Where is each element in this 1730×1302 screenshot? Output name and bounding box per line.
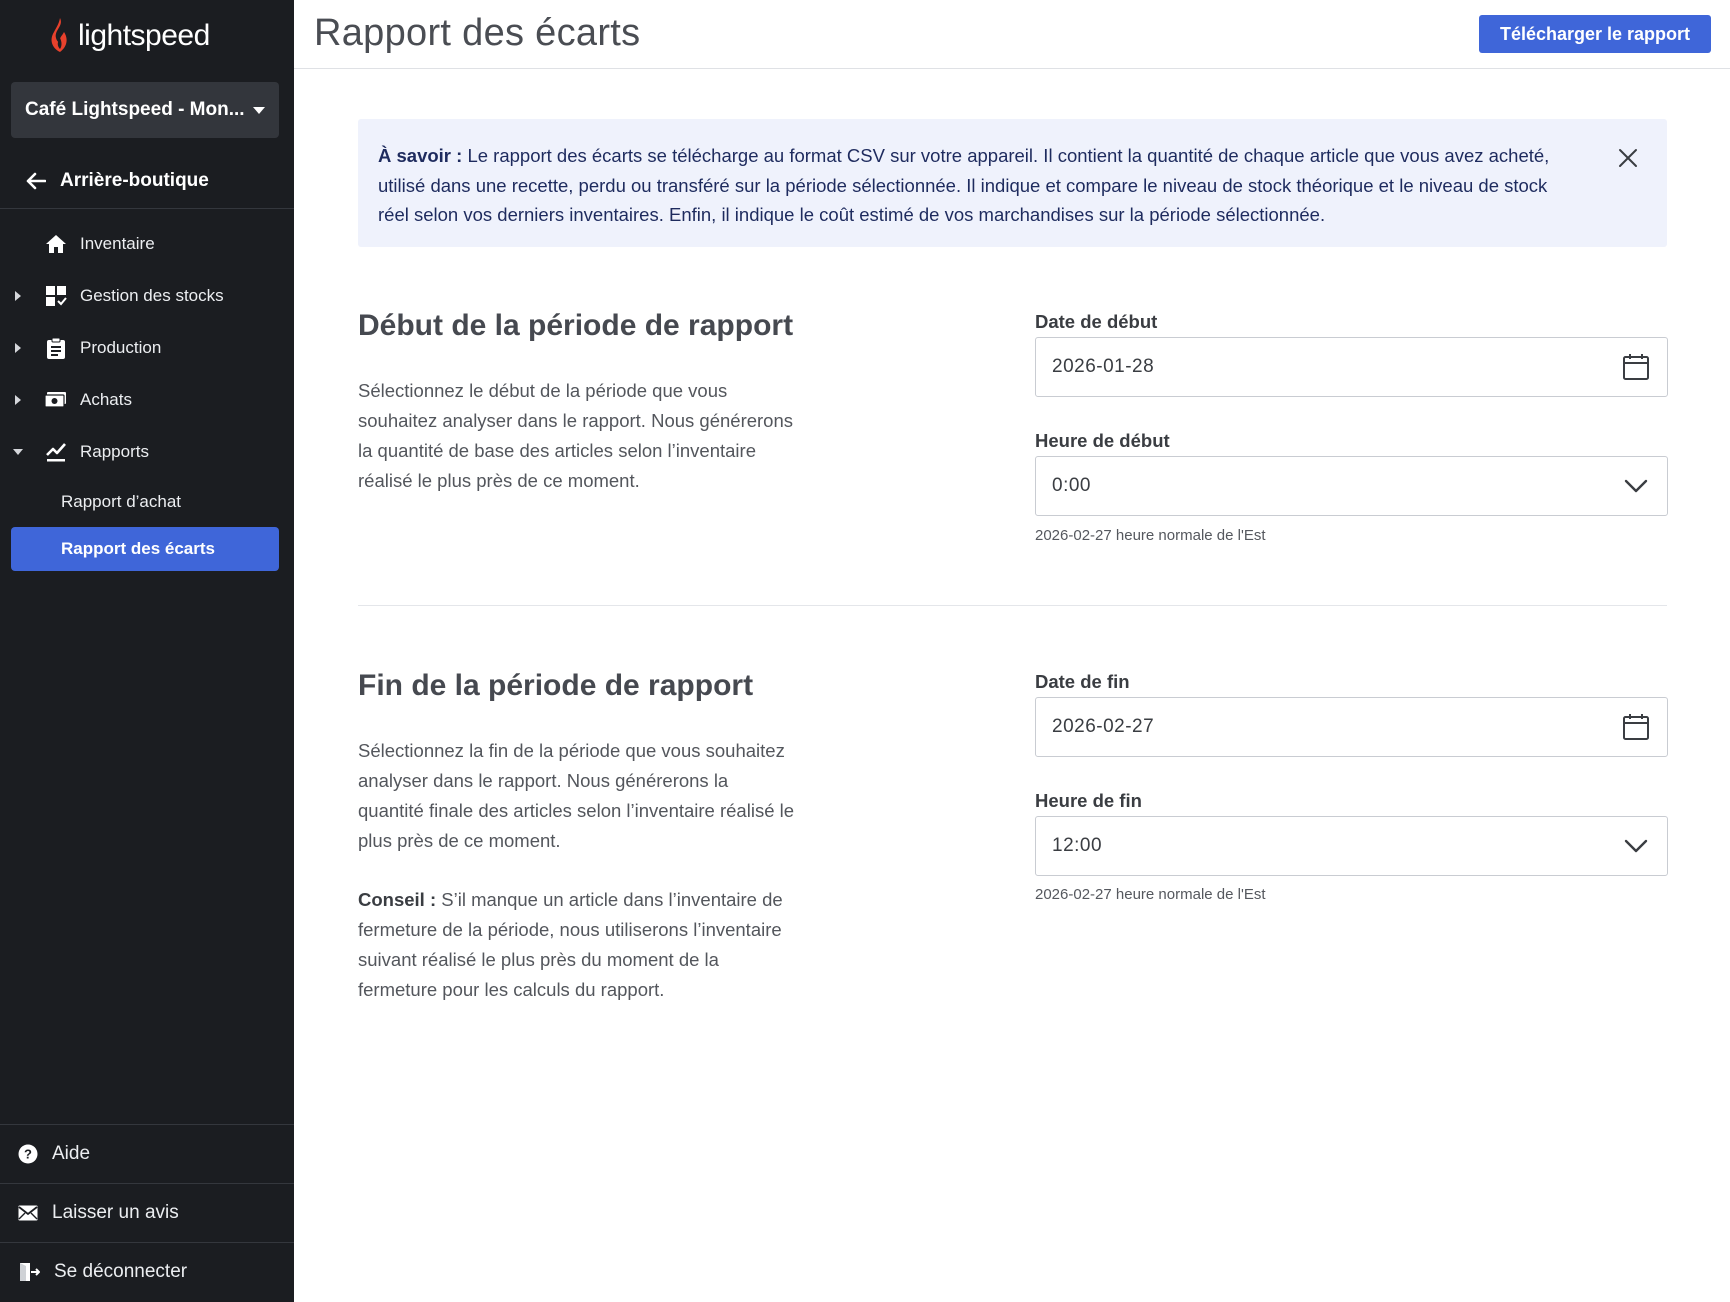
page-header: Rapport des écarts Télécharger le rappor… — [294, 0, 1730, 69]
logout-label: Se déconnecter — [54, 1260, 188, 1282]
lightspeed-logo[interactable]: lightspeed — [46, 14, 210, 58]
start-time-label: Heure de début — [1035, 430, 1170, 451]
end-time-label: Heure de fin — [1035, 790, 1142, 811]
store-name: Café Lightspeed - Mon... — [25, 99, 245, 120]
help-label: Aide — [52, 1142, 91, 1164]
end-time-value: 12:00 — [1052, 835, 1103, 856]
chevron-down-icon — [1621, 831, 1651, 861]
banner-lead: À savoir : — [378, 145, 463, 166]
section-divider — [358, 605, 1667, 606]
sidebar-item-label: Achats — [80, 390, 132, 409]
store-selector[interactable]: Café Lightspeed - Mon... — [11, 82, 279, 138]
sidebar-subitem-rapport-achat[interactable]: Rapport d’achat — [11, 480, 279, 524]
sidebar-item-inventaire[interactable]: Inventaire — [0, 221, 294, 267]
sidebar-item-label: Inventaire — [80, 234, 155, 253]
dashboard-icon — [44, 284, 68, 308]
expand-arrow-icon — [0, 291, 28, 301]
info-banner: À savoir : Le rapport des écarts se télé… — [358, 119, 1667, 247]
sidebar-subitem-rapport-ecarts[interactable]: Rapport des écarts — [11, 527, 279, 571]
arrow-left-icon — [26, 172, 46, 189]
start-section-title: Début de la période de rapport — [358, 309, 794, 342]
help-icon: ? — [18, 1144, 38, 1163]
start-section-description: Sélectionnez le début de la période que … — [358, 380, 794, 491]
flame-logo-icon — [51, 18, 67, 52]
end-date-label: Date de fin — [1035, 671, 1130, 692]
end-date-field[interactable] — [1035, 697, 1668, 757]
collapse-arrow-icon — [0, 449, 28, 455]
start-date-label: Date de début — [1035, 311, 1158, 332]
end-date-input[interactable] — [1052, 716, 1621, 738]
sidebar: lightspeed Café Lightspeed - Mon... Arri… — [0, 0, 294, 1302]
logout-link[interactable]: Se déconnecter — [0, 1242, 294, 1300]
mail-icon — [18, 1205, 38, 1220]
calendar-icon[interactable] — [1621, 352, 1651, 382]
end-section-description: Sélectionnez la fin de la période que vo… — [358, 740, 795, 851]
banner-text: Le rapport des écarts se télécharge au f… — [378, 145, 1550, 225]
expand-arrow-icon — [0, 395, 28, 405]
start-timezone-hint: 2026-02-27 heure normale de l'Est — [1035, 527, 1266, 544]
end-time-select[interactable]: 12:00 — [1035, 816, 1668, 876]
sidebar-item-achats[interactable]: Achats — [0, 377, 294, 423]
home-icon — [44, 232, 68, 256]
back-to-backoffice-link[interactable]: Arrière-boutique — [0, 153, 294, 209]
sidebar-item-label: Rapports — [80, 442, 149, 461]
chevron-down-icon — [1621, 471, 1651, 501]
download-report-button[interactable]: Télécharger le rapport — [1479, 15, 1711, 53]
start-time-value: 0:00 — [1052, 475, 1091, 496]
svg-text:?: ? — [24, 1146, 32, 1161]
clipboard-icon — [44, 336, 68, 360]
page-title: Rapport des écarts — [314, 12, 641, 54]
help-link[interactable]: ? Aide — [0, 1124, 294, 1182]
caret-down-icon — [253, 106, 265, 114]
sidebar-item-gestion-des-stocks[interactable]: Gestion des stocks — [0, 273, 294, 319]
sidebar-item-label: Production — [80, 338, 162, 357]
sidebar-item-rapports[interactable]: Rapports — [0, 429, 294, 475]
feedback-link[interactable]: Laisser un avis — [0, 1183, 294, 1241]
end-timezone-hint: 2026-02-27 heure normale de l'Est — [1035, 886, 1266, 903]
back-link-label: Arrière-boutique — [60, 169, 209, 191]
money-icon — [44, 388, 68, 412]
expand-arrow-icon — [0, 343, 28, 353]
tip-lead: Conseil : — [358, 889, 437, 910]
start-time-select[interactable]: 0:00 — [1035, 456, 1668, 516]
logout-icon — [20, 1262, 40, 1281]
end-section-title: Fin de la période de rapport — [358, 669, 754, 702]
calendar-icon[interactable] — [1621, 712, 1651, 742]
sidebar-item-label: Gestion des stocks — [80, 286, 224, 305]
close-icon[interactable] — [1617, 147, 1639, 169]
start-date-input[interactable] — [1052, 356, 1621, 378]
start-date-field[interactable] — [1035, 337, 1668, 397]
chart-icon — [44, 440, 68, 464]
end-section-tip: Conseil : S’il manque un article dans l’… — [358, 885, 798, 1005]
sidebar-item-production[interactable]: Production — [0, 325, 294, 371]
brand-name: lightspeed — [78, 19, 210, 52]
feedback-label: Laisser un avis — [52, 1201, 179, 1223]
